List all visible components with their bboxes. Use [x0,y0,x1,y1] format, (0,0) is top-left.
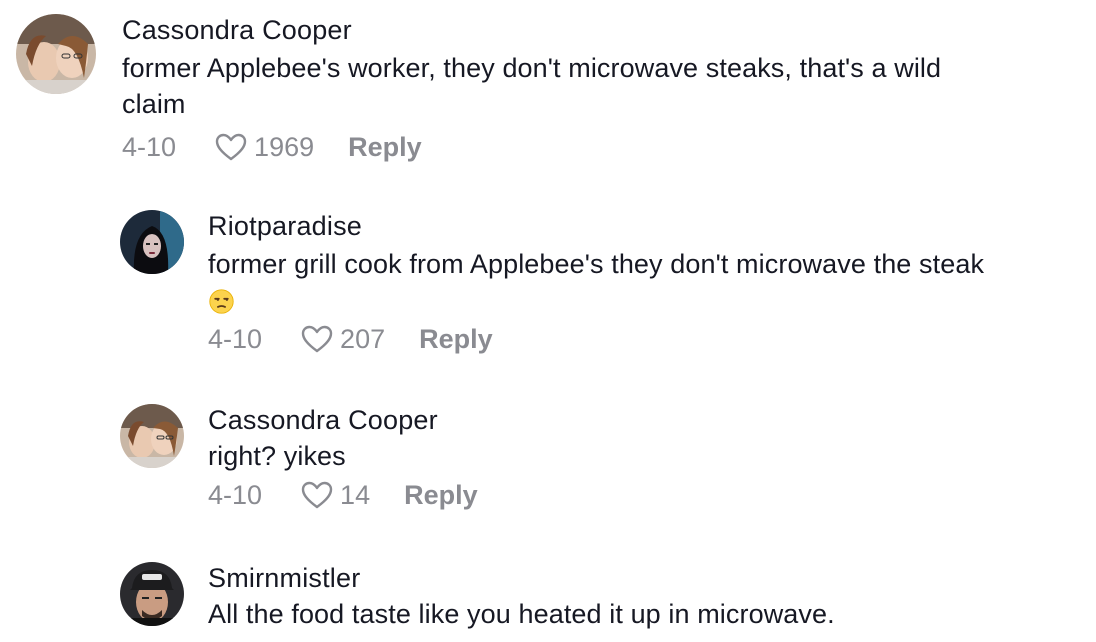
comment-author[interactable]: Cassondra Cooper [208,404,478,436]
comment-text: former grill cook from Applebee's they d… [208,246,1088,318]
comment-author[interactable]: Smirnmistler [208,562,835,594]
like-count: 14 [340,480,371,510]
comment-text-line: former Applebee's worker, they don't mic… [122,53,942,83]
like-button[interactable]: 1969 [214,130,314,164]
comment-text: former Applebee's worker, they don't mic… [122,50,1042,122]
comment-date: 4-10 [208,324,263,354]
comment-meta: 4-10 14 Reply [208,478,478,512]
like-count: 207 [340,324,386,354]
reply-button[interactable]: Reply [404,478,478,512]
reply-item: Cassondra Cooper right? yikes 4-10 14 Re… [120,404,478,512]
heart-outline-icon [301,325,333,353]
avatar-photo-icon [120,404,184,468]
comment-item: Cassondra Cooper former Applebee's worke… [16,14,1042,164]
unamused-face-emoji-icon [209,289,234,315]
reply-item: Riotparadise former grill cook from Appl… [120,210,1088,356]
comment-author[interactable]: Riotparadise [208,210,1088,242]
heart-outline-icon [301,481,333,509]
heart-outline-icon [215,133,247,161]
comment-date: 4-10 [122,132,177,162]
avatar-photo-icon [120,210,184,274]
avatar[interactable] [16,14,96,94]
avatar-photo-icon [120,562,184,626]
comment-text: right? yikes [208,441,346,471]
like-button[interactable]: 14 [300,478,370,512]
like-count: 1969 [254,132,315,162]
comment-meta: 4-10 1969 Reply [122,130,1042,164]
reply-button[interactable]: Reply [419,322,493,356]
comment-author[interactable]: Cassondra Cooper [122,14,1042,46]
comment-text-line [208,282,1088,318]
comment-text-line: former grill cook from Applebee's they d… [208,249,985,279]
avatar[interactable] [120,404,184,468]
comment-meta: 4-10 207 Reply [208,322,1088,356]
reply-button[interactable]: Reply [348,130,422,164]
comment-text-line: claim [122,89,186,119]
like-button[interactable]: 207 [300,322,385,356]
avatar[interactable] [120,210,184,274]
comment-date: 4-10 [208,480,263,510]
comment-text: All the food taste like you heated it up… [208,599,835,629]
avatar[interactable] [120,562,184,626]
avatar-photo-icon [16,14,96,94]
reply-item: Smirnmistler All the food taste like you… [120,562,835,632]
